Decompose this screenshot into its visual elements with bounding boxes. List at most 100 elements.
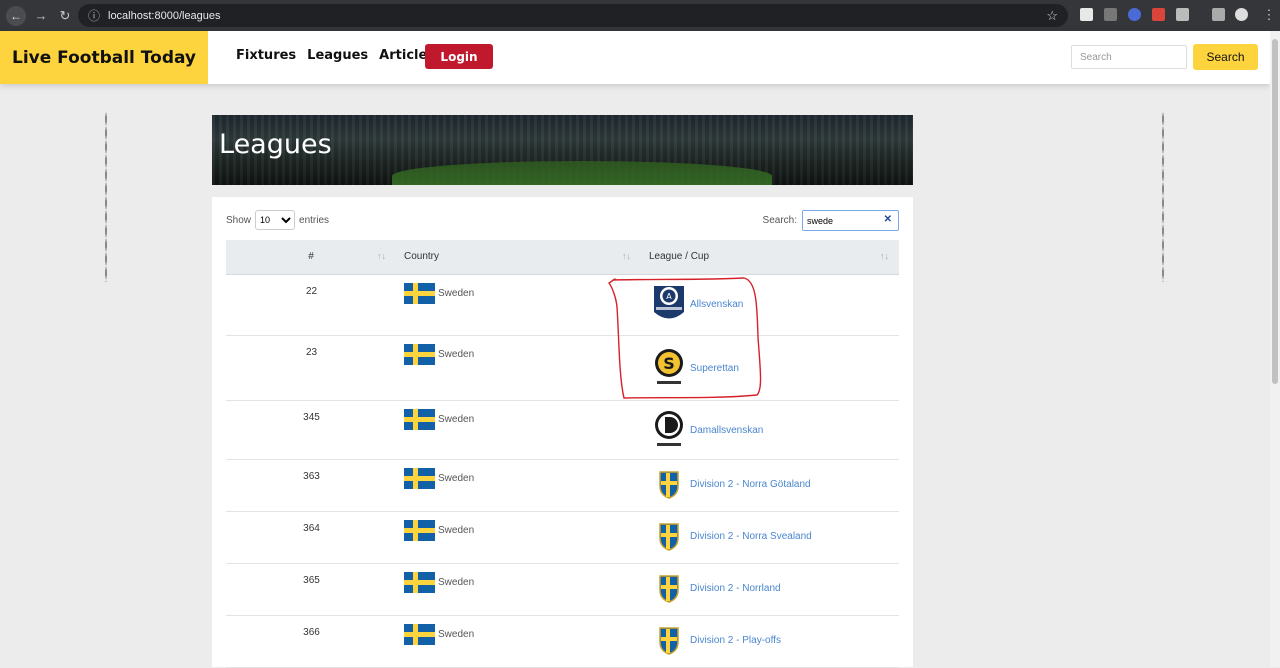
brand-logo[interactable]: Live Football Today [0, 31, 208, 84]
page-length-select[interactable]: 10 [255, 210, 296, 230]
country-wrap: Sweden [404, 343, 640, 365]
country-cell: Sweden [396, 615, 641, 668]
country-cell: Sweden [396, 511, 641, 564]
nav-fixtures[interactable]: Fixtures [236, 48, 296, 63]
country-cell: Sweden [396, 459, 641, 512]
login-button[interactable]: Login [425, 44, 493, 69]
sort-icon[interactable]: ↑↓ [377, 251, 386, 261]
page-banner: Leagues [212, 115, 913, 185]
address-url[interactable]: localhost:8000/leagues [108, 10, 221, 22]
country-name: Sweden [438, 628, 475, 640]
country-wrap: Sweden [404, 467, 640, 489]
table-search: Search: ✕ [763, 210, 899, 231]
row-id: 364 [226, 511, 396, 564]
country-wrap: Sweden [404, 571, 640, 593]
row-id: 345 [226, 400, 396, 460]
allsvenskan-logo-icon: A [651, 284, 687, 326]
clear-search-icon[interactable]: ✕ [884, 214, 892, 225]
table-row: 365 Sweden Division 2 - Norrland [226, 563, 899, 616]
extension-icon[interactable] [1080, 8, 1093, 21]
decorative-dots-right [1162, 112, 1164, 282]
country-name: Sweden [438, 348, 475, 360]
sweden-flag-icon [404, 571, 435, 593]
extension-camera-icon[interactable] [1152, 8, 1165, 21]
league-wrap: A Allsvenskan [651, 284, 898, 326]
table-row: 364 Sweden Division 2 - Norra Svealand [226, 511, 899, 564]
row-id: 365 [226, 563, 396, 616]
pitch-image [392, 161, 772, 185]
sort-icon[interactable]: ↑↓ [622, 251, 631, 261]
league-link[interactable]: Division 2 - Play-offs [690, 635, 781, 646]
swedish-fa-crest-icon [651, 521, 687, 553]
swedish-fa-crest-icon [651, 573, 687, 605]
sweden-flag-icon [404, 343, 435, 365]
profile-avatar[interactable] [1235, 8, 1248, 21]
sweden-flag-icon [404, 408, 435, 430]
table-search-input[interactable] [803, 211, 879, 230]
league-link[interactable]: Division 2 - Norra Svealand [690, 531, 812, 542]
column-header-country-label: Country [404, 251, 440, 263]
league-link[interactable]: Division 2 - Norrland [690, 583, 781, 594]
reading-list-icon[interactable] [1212, 8, 1225, 21]
table-row: 23 Sweden S Superettan [226, 335, 899, 401]
league-cell: A Allsvenskan [641, 274, 899, 336]
league-cell: Division 2 - Norra Svealand [641, 511, 899, 564]
reload-icon[interactable]: ↻ [56, 8, 74, 24]
row-id: 22 [226, 274, 396, 336]
country-cell: Sweden [396, 400, 641, 460]
page-length-control: Show 10 entries [226, 210, 329, 230]
country-name: Sweden [438, 472, 475, 484]
browser-chrome: ← → ↻ ⓘ localhost:8000/leagues ☆ ⋮ [0, 0, 1280, 31]
swedish-fa-crest-icon [651, 469, 687, 501]
table-search-label: Search: [762, 215, 797, 226]
swedish-fa-crest-icon [651, 625, 687, 657]
league-cell: Division 2 - Norrland [641, 563, 899, 616]
league-cell: S Superettan [641, 335, 899, 401]
sweden-flag-icon [404, 623, 435, 645]
leagues-table: # ↑↓ Country ↑↓ League / Cup ↑↓ 22 Swede… [226, 240, 899, 668]
column-header-country[interactable]: Country ↑↓ [396, 240, 641, 274]
table-search-box[interactable]: ✕ [802, 210, 899, 231]
page-scrollbar[interactable] [1270, 31, 1280, 667]
column-header-league-label: League / Cup [649, 251, 710, 263]
country-wrap: Sweden [404, 623, 640, 645]
table-row: 366 Sweden Division 2 - Play-offs [226, 615, 899, 668]
row-id: 363 [226, 459, 396, 512]
league-link[interactable]: Damallsvenskan [690, 425, 763, 436]
bookmark-star-icon[interactable]: ☆ [1046, 8, 1058, 24]
extension-qr-icon[interactable] [1104, 8, 1117, 21]
nav-leagues[interactable]: Leagues [307, 48, 368, 63]
header-search-button[interactable]: Search [1193, 44, 1258, 70]
site-info-icon[interactable]: ⓘ [88, 7, 102, 24]
league-cell: Damallsvenskan [641, 400, 899, 460]
forward-icon[interactable]: → [32, 8, 50, 23]
back-icon[interactable]: ← [6, 5, 26, 26]
sort-icon[interactable]: ↑↓ [880, 251, 889, 261]
address-bar[interactable]: ⓘ localhost:8000/leagues ☆ [78, 4, 1068, 27]
main-nav: Fixtures Leagues Articles [236, 48, 435, 63]
column-header-id[interactable]: # ↑↓ [226, 240, 396, 274]
show-label: Show [226, 214, 252, 226]
header-search-input[interactable] [1071, 45, 1187, 69]
scrollbar-thumb[interactable] [1272, 39, 1278, 384]
table-row: 22 Sweden A Allsvenskan [226, 274, 899, 336]
league-link[interactable]: Division 2 - Norra Götaland [690, 479, 811, 490]
sweden-flag-icon [404, 467, 435, 489]
extension-shield-icon[interactable] [1128, 8, 1141, 21]
country-name: Sweden [438, 287, 475, 299]
column-header-league[interactable]: League / Cup ↑↓ [641, 240, 899, 274]
league-link[interactable]: Allsvenskan [690, 299, 743, 310]
extensions-puzzle-icon[interactable] [1176, 8, 1189, 21]
league-link[interactable]: Superettan [690, 363, 739, 374]
table-header-row: # ↑↓ Country ↑↓ League / Cup ↑↓ [226, 240, 899, 274]
country-name: Sweden [438, 576, 475, 588]
sweden-flag-icon [404, 519, 435, 541]
site-header: Live Football Today Fixtures Leagues Art… [0, 31, 1270, 84]
country-cell: Sweden [396, 335, 641, 401]
country-wrap: Sweden [404, 519, 640, 541]
row-id: 23 [226, 335, 396, 401]
league-wrap: S Superettan [651, 348, 898, 390]
league-wrap: Division 2 - Norra Svealand [651, 521, 898, 553]
country-wrap: Sweden [404, 282, 640, 304]
browser-menu-icon[interactable]: ⋮ [1260, 7, 1278, 23]
